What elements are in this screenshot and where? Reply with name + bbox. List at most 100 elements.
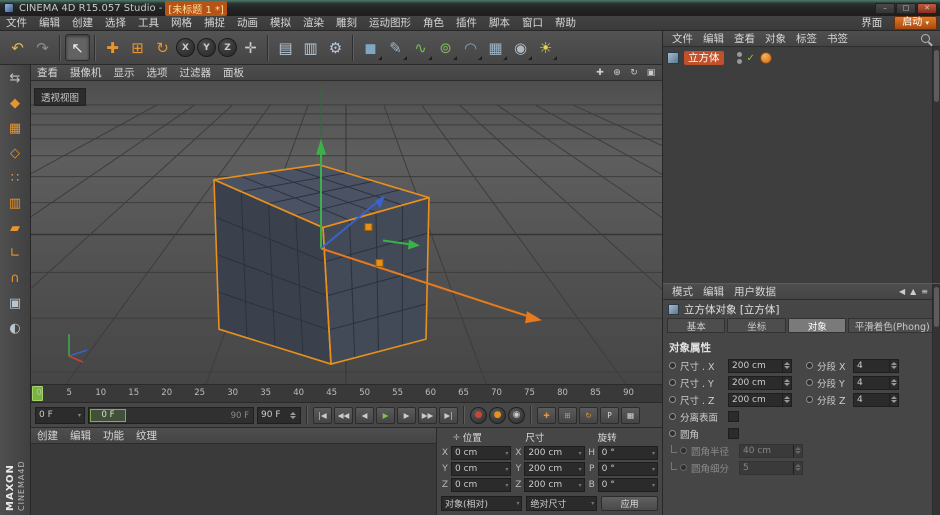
menubar-item[interactable]: 渲染 <box>297 16 330 31</box>
prev-key-button[interactable]: ◀◀ <box>334 407 353 424</box>
coordinate-system-button[interactable]: ✛ <box>238 34 263 61</box>
view-rotate-icon[interactable]: ↻ <box>627 66 641 79</box>
rotation-input[interactable]: 0 °▾ <box>598 478 658 492</box>
render-settings-button[interactable]: ⚙ <box>323 34 348 61</box>
nav-up-icon[interactable]: ▲ <box>910 287 916 296</box>
live-selection-tool[interactable]: ↖ <box>65 34 90 61</box>
add-subdivision-surface-button[interactable]: ∿ <box>408 34 433 61</box>
y-axis-lock-button[interactable]: Y <box>197 38 216 57</box>
scale-tool[interactable]: ⊞ <box>125 34 150 61</box>
add-cube-button[interactable]: ◼ <box>358 34 383 61</box>
size-input[interactable]: 200 cm▾ <box>524 446 584 460</box>
keyframe-dot[interactable] <box>669 430 676 437</box>
record-rotation-toggle[interactable]: ↻ <box>579 407 598 424</box>
menubar-item[interactable]: 工具 <box>132 16 165 31</box>
size-value-field[interactable]: 200 cm <box>728 393 792 407</box>
workplane-mode-button[interactable]: ◇ <box>3 142 27 165</box>
rotate-tool[interactable]: ↻ <box>150 34 175 61</box>
menubar-item[interactable]: 捕捉 <box>198 16 231 31</box>
record-parameter-toggle[interactable]: P <box>600 407 619 424</box>
attribute-manager-scrollbar[interactable] <box>932 284 940 515</box>
material-list-area[interactable] <box>31 444 436 515</box>
model-mode-button[interactable]: ◆ <box>3 92 27 115</box>
object-row[interactable]: 立方体 ✓ <box>663 47 932 69</box>
move-tool[interactable]: ✚ <box>100 34 125 61</box>
menubar-item[interactable]: 脚本 <box>483 16 516 31</box>
search-icon[interactable] <box>921 34 930 43</box>
view-toggle-icon[interactable]: ▣ <box>644 66 658 79</box>
segments-value-field[interactable]: 4 <box>853 359 899 373</box>
viewport-solo-button[interactable]: ◐ <box>3 317 27 340</box>
play-button[interactable]: ▶ <box>376 407 395 424</box>
current-frame-field[interactable]: 0 F▾ <box>35 407 85 424</box>
redo-icon[interactable]: ↷ <box>30 34 55 61</box>
menubar-item[interactable]: 雕刻 <box>330 16 363 31</box>
render-view-button[interactable]: ▤ <box>273 34 298 61</box>
size-value-field[interactable]: 200 cm <box>728 376 792 390</box>
attribute-menu-item[interactable]: 用户数据 <box>729 284 781 300</box>
menubar-item[interactable]: 模拟 <box>264 16 297 31</box>
keyframe-dot[interactable] <box>806 362 813 369</box>
menubar-item[interactable]: 创建 <box>66 16 99 31</box>
keyframe-dot[interactable] <box>669 362 676 369</box>
x-axis-lock-button[interactable]: X <box>176 38 195 57</box>
perspective-viewport[interactable]: 透视视图 <box>31 81 662 385</box>
object-manager-menu-item[interactable]: 查看 <box>729 31 760 47</box>
rotation-input[interactable]: 0 °▾ <box>598 446 658 460</box>
points-mode-button[interactable]: ∷ <box>3 167 27 190</box>
viewport-menu-item[interactable]: 摄像机 <box>64 65 108 81</box>
panel-menu-icon[interactable]: ≡ <box>921 287 928 296</box>
attribute-tab[interactable]: 平滑着色(Phong) <box>848 318 936 333</box>
minimize-button[interactable]: – <box>875 3 895 14</box>
record-position-toggle[interactable]: ✚ <box>537 407 556 424</box>
viewport-menu-item[interactable]: 面板 <box>217 65 250 81</box>
record-options-button[interactable]: ◉ <box>508 407 525 424</box>
texture-mode-button[interactable]: ▦ <box>3 117 27 140</box>
attribute-tab[interactable]: 坐标 <box>727 318 785 333</box>
object-list[interactable]: 立方体 ✓ <box>663 47 932 283</box>
end-frame-field[interactable]: 90 F <box>257 407 301 424</box>
attribute-tab[interactable]: 对象 <box>788 318 846 333</box>
render-picture-viewer-button[interactable]: ▥ <box>298 34 323 61</box>
position-input[interactable]: 0 cm▾ <box>451 446 511 460</box>
goto-end-button[interactable]: ▶| <box>439 407 458 424</box>
object-manager-menu-item[interactable]: 标签 <box>791 31 822 47</box>
visibility-toggles[interactable] <box>737 52 742 64</box>
polygons-mode-button[interactable]: ▰ <box>3 217 27 240</box>
object-name[interactable]: 立方体 <box>684 51 724 65</box>
layout-switch-button[interactable]: 启动 ▾ <box>894 16 937 30</box>
record-scale-toggle[interactable]: ⊞ <box>558 407 577 424</box>
view-pan-icon[interactable]: ✚ <box>593 66 607 79</box>
autokey-button[interactable]: ● <box>489 407 506 424</box>
keyframe-dot[interactable] <box>806 379 813 386</box>
menubar-item[interactable]: 窗口 <box>516 16 549 31</box>
keyframe-dot[interactable] <box>669 396 676 403</box>
keyframe-dot[interactable] <box>669 413 676 420</box>
add-environment-button[interactable]: ▦ <box>483 34 508 61</box>
attribute-menu-item[interactable]: 模式 <box>667 284 698 300</box>
phong-tag-icon[interactable] <box>760 52 772 64</box>
add-camera-button[interactable]: ◉ <box>508 34 533 61</box>
timeline-slider-handle[interactable]: 0 F <box>90 409 126 422</box>
size-mode-select[interactable]: 绝对尺寸▾ <box>526 496 597 511</box>
enable-check-icon[interactable]: ✓ <box>747 53 755 64</box>
position-input[interactable]: 0 cm▾ <box>451 478 511 492</box>
apply-button[interactable]: 应用 <box>601 496 658 511</box>
menubar-item[interactable]: 选择 <box>99 16 132 31</box>
rotation-input[interactable]: 0 °▾ <box>598 462 658 476</box>
menubar-item[interactable]: 编辑 <box>33 16 66 31</box>
add-generator-button[interactable]: ⊚ <box>433 34 458 61</box>
maximize-button[interactable]: □ <box>896 3 916 14</box>
keyframe-dot[interactable] <box>806 396 813 403</box>
add-deformer-button[interactable]: ◠ <box>458 34 483 61</box>
position-input[interactable]: 0 cm▾ <box>451 462 511 476</box>
record-keyframe-button[interactable]: ● <box>470 407 487 424</box>
goto-start-button[interactable]: |◀ <box>313 407 332 424</box>
timeline-ruler[interactable]: 051015202530354045505560657075808590 <box>31 385 662 403</box>
menubar-item[interactable]: 文件 <box>0 16 33 31</box>
nav-back-icon[interactable]: ◀ <box>899 287 905 296</box>
next-frame-button[interactable]: ▶ <box>397 407 416 424</box>
material-menu-item[interactable]: 纹理 <box>130 428 163 443</box>
add-light-button[interactable]: ☀ <box>533 34 558 61</box>
view-zoom-icon[interactable]: ⊕ <box>610 66 624 79</box>
